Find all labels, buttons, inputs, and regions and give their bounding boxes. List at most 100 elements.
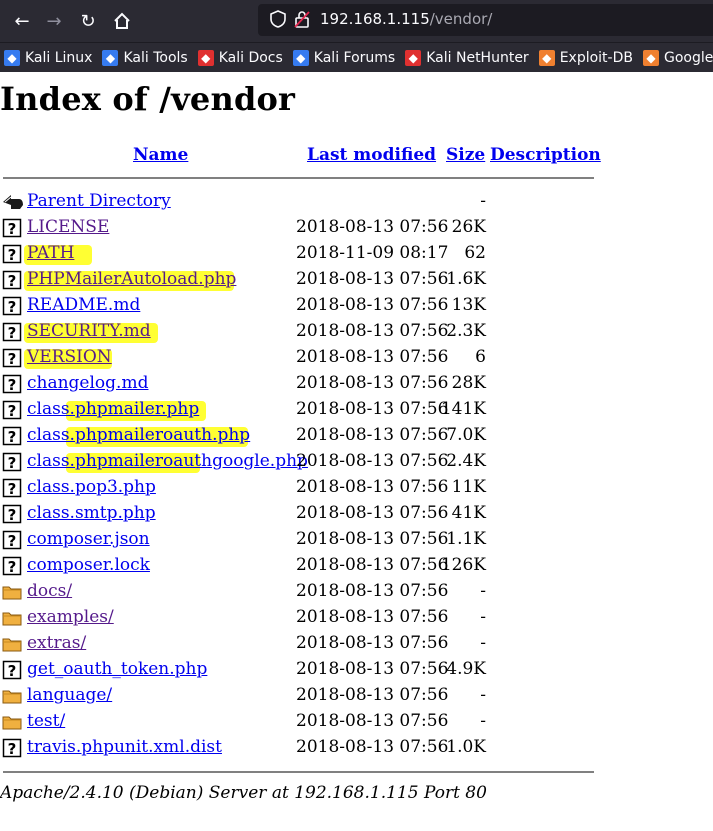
file-link[interactable]: examples/ bbox=[27, 607, 114, 627]
file-link[interactable]: class.smtp.php bbox=[27, 503, 156, 523]
svg-text:?: ? bbox=[8, 532, 17, 550]
file-size: 6 bbox=[475, 347, 486, 367]
column-header-last-modified[interactable]: Last modified bbox=[307, 145, 436, 165]
unknown-file-icon: ? bbox=[2, 322, 22, 342]
bookmark-label: Kali Linux bbox=[25, 49, 93, 66]
file-link[interactable]: PHPMailerAutoload.php bbox=[27, 269, 236, 289]
bookmark-label: Kali NetHunter bbox=[426, 49, 529, 66]
file-row: ? class.phpmailer.php 2018-08-13 07:56 141K bbox=[0, 397, 600, 423]
bookmark-item[interactable]: ◆ Exploit-DB bbox=[538, 43, 633, 72]
file-row: ? SECURITY.md 2018-08-13 07:56 2.3K bbox=[0, 319, 600, 345]
file-row: ? LICENSE 2018-08-13 07:56 26K bbox=[0, 215, 600, 241]
file-link[interactable]: language/ bbox=[27, 685, 112, 705]
bookmark-label: Exploit-DB bbox=[559, 49, 633, 66]
file-link[interactable]: extras/ bbox=[27, 633, 86, 653]
svg-text:?: ? bbox=[8, 350, 17, 368]
page-title: Index of /vendor bbox=[0, 80, 296, 118]
file-link[interactable]: get_oauth_token.php bbox=[27, 659, 207, 679]
file-size: - bbox=[480, 685, 486, 705]
url-bar[interactable]: 192.168.1.115/vendor/ bbox=[258, 4, 713, 36]
server-signature: Apache/2.4.10 (Debian) Server at 192.168… bbox=[0, 783, 487, 803]
last-modified: 2018-08-13 07:56 bbox=[296, 425, 449, 445]
url-host: 192.168.1.115 bbox=[320, 10, 430, 28]
bookmark-label: Kali Tools bbox=[123, 49, 188, 66]
file-link[interactable]: test/ bbox=[27, 711, 65, 731]
kali-docs-icon: ◆ bbox=[197, 49, 214, 66]
file-row: ? README.md 2018-08-13 07:56 13K bbox=[0, 293, 600, 319]
file-link[interactable]: class.phpmaileroauth.php bbox=[27, 425, 250, 445]
file-link[interactable]: README.md bbox=[27, 295, 140, 315]
bookmark-item[interactable]: ◆ Kali Forums bbox=[292, 43, 395, 72]
file-link[interactable]: composer.json bbox=[27, 529, 150, 549]
unknown-file-icon: ? bbox=[2, 374, 22, 394]
last-modified: 2018-08-13 07:56 bbox=[296, 347, 449, 367]
file-size: 41K bbox=[451, 503, 486, 523]
file-size: - bbox=[480, 633, 486, 653]
svg-text:?: ? bbox=[8, 454, 17, 472]
tracking-shield-icon[interactable] bbox=[270, 10, 286, 32]
unknown-file-icon: ? bbox=[2, 244, 22, 264]
file-link[interactable]: class.phpmailer.php bbox=[27, 399, 199, 419]
column-header-name[interactable]: Name bbox=[133, 145, 188, 165]
file-row: ? PHPMailerAutoload.php 2018-08-13 07:56 1.… bbox=[0, 267, 600, 293]
file-link[interactable]: SECURITY.md bbox=[27, 321, 151, 341]
file-size: 2.4K bbox=[446, 451, 486, 471]
last-modified: 2018-08-13 07:56 bbox=[296, 659, 449, 679]
file-link[interactable]: composer.lock bbox=[27, 555, 150, 575]
back-arrow-icon[interactable]: ← bbox=[8, 8, 36, 34]
file-row: ? class.pop3.php 2018-08-13 07:56 11K bbox=[0, 475, 600, 501]
header-divider bbox=[3, 177, 594, 179]
bookmark-item[interactable]: ◆ Kali Docs bbox=[197, 43, 283, 72]
kali-dragon-icon: ◆ bbox=[4, 49, 20, 66]
file-link[interactable]: changelog.md bbox=[27, 373, 148, 393]
file-link[interactable]: class.pop3.php bbox=[27, 477, 156, 497]
file-link[interactable]: docs/ bbox=[27, 581, 72, 601]
file-size: 7.0K bbox=[446, 425, 486, 445]
bookmark-label: Kali Docs bbox=[218, 49, 283, 66]
reload-icon[interactable]: ↻ bbox=[74, 8, 102, 34]
file-link[interactable]: PATH bbox=[27, 243, 74, 263]
bookmark-item[interactable]: ◆ Kali Tools bbox=[102, 43, 188, 72]
file-row: ? class.phpmaileroauth.php 2018-08-13 07:5… bbox=[0, 423, 600, 449]
file-link[interactable]: travis.phpunit.xml.dist bbox=[27, 737, 222, 757]
last-modified: 2018-08-13 07:56 bbox=[296, 737, 449, 757]
exploit-db-icon: ◆ bbox=[538, 49, 555, 66]
file-size: 126K bbox=[440, 555, 486, 575]
unknown-file-icon: ? bbox=[2, 426, 22, 446]
unknown-file-icon: ? bbox=[2, 452, 22, 472]
column-header-size[interactable]: Size bbox=[446, 145, 485, 165]
column-header-description[interactable]: Description bbox=[490, 145, 601, 165]
file-size: 28K bbox=[451, 373, 486, 393]
svg-text:?: ? bbox=[8, 272, 17, 290]
file-link[interactable]: class.phpmaileroauthgoogle.php bbox=[27, 451, 308, 471]
last-modified: 2018-08-13 07:56 bbox=[296, 477, 449, 497]
svg-text:?: ? bbox=[8, 480, 17, 498]
insecure-lock-icon[interactable] bbox=[294, 10, 310, 32]
file-link[interactable]: VERSION bbox=[27, 347, 112, 367]
forward-arrow-icon[interactable]: → bbox=[40, 8, 68, 34]
file-row: ? VERSION 2018-08-13 07:56 6 bbox=[0, 345, 600, 371]
google-hacking-icon: ◆ bbox=[642, 49, 659, 66]
home-icon[interactable] bbox=[108, 8, 136, 34]
last-modified: 2018-11-09 08:17 bbox=[296, 243, 449, 263]
bookmark-item[interactable]: ◆ Kali Linux bbox=[4, 43, 92, 72]
file-size: 1.6K bbox=[446, 269, 486, 289]
last-modified: 2018-08-13 07:56 bbox=[296, 399, 449, 419]
file-row: ? composer.lock 2018-08-13 07:56 126K bbox=[0, 553, 600, 579]
unknown-file-icon: ? bbox=[2, 504, 22, 524]
file-row: ? PATH 2018-11-09 08:17 62 bbox=[0, 241, 600, 267]
kali-forums-icon: ◆ bbox=[292, 49, 309, 66]
bookmark-item[interactable]: ◆ Kali NetHunter bbox=[405, 43, 529, 72]
unknown-file-icon: ? bbox=[2, 556, 22, 576]
unknown-file-icon: ? bbox=[2, 660, 22, 680]
folder-icon bbox=[2, 686, 22, 706]
file-size: 11K bbox=[451, 477, 486, 497]
browser-toolbar: ← → ↻ 192.168.1.115/vendor/ bbox=[0, 0, 713, 42]
bookmark-label: Google Ha bbox=[663, 49, 713, 66]
file-size: 1.1K bbox=[446, 529, 486, 549]
bookmark-item[interactable]: ◆Google Ha bbox=[642, 43, 713, 72]
file-link[interactable]: LICENSE bbox=[27, 217, 109, 237]
folder-icon bbox=[2, 712, 22, 732]
svg-text:?: ? bbox=[8, 298, 17, 316]
file-link[interactable]: Parent Directory bbox=[27, 191, 171, 211]
